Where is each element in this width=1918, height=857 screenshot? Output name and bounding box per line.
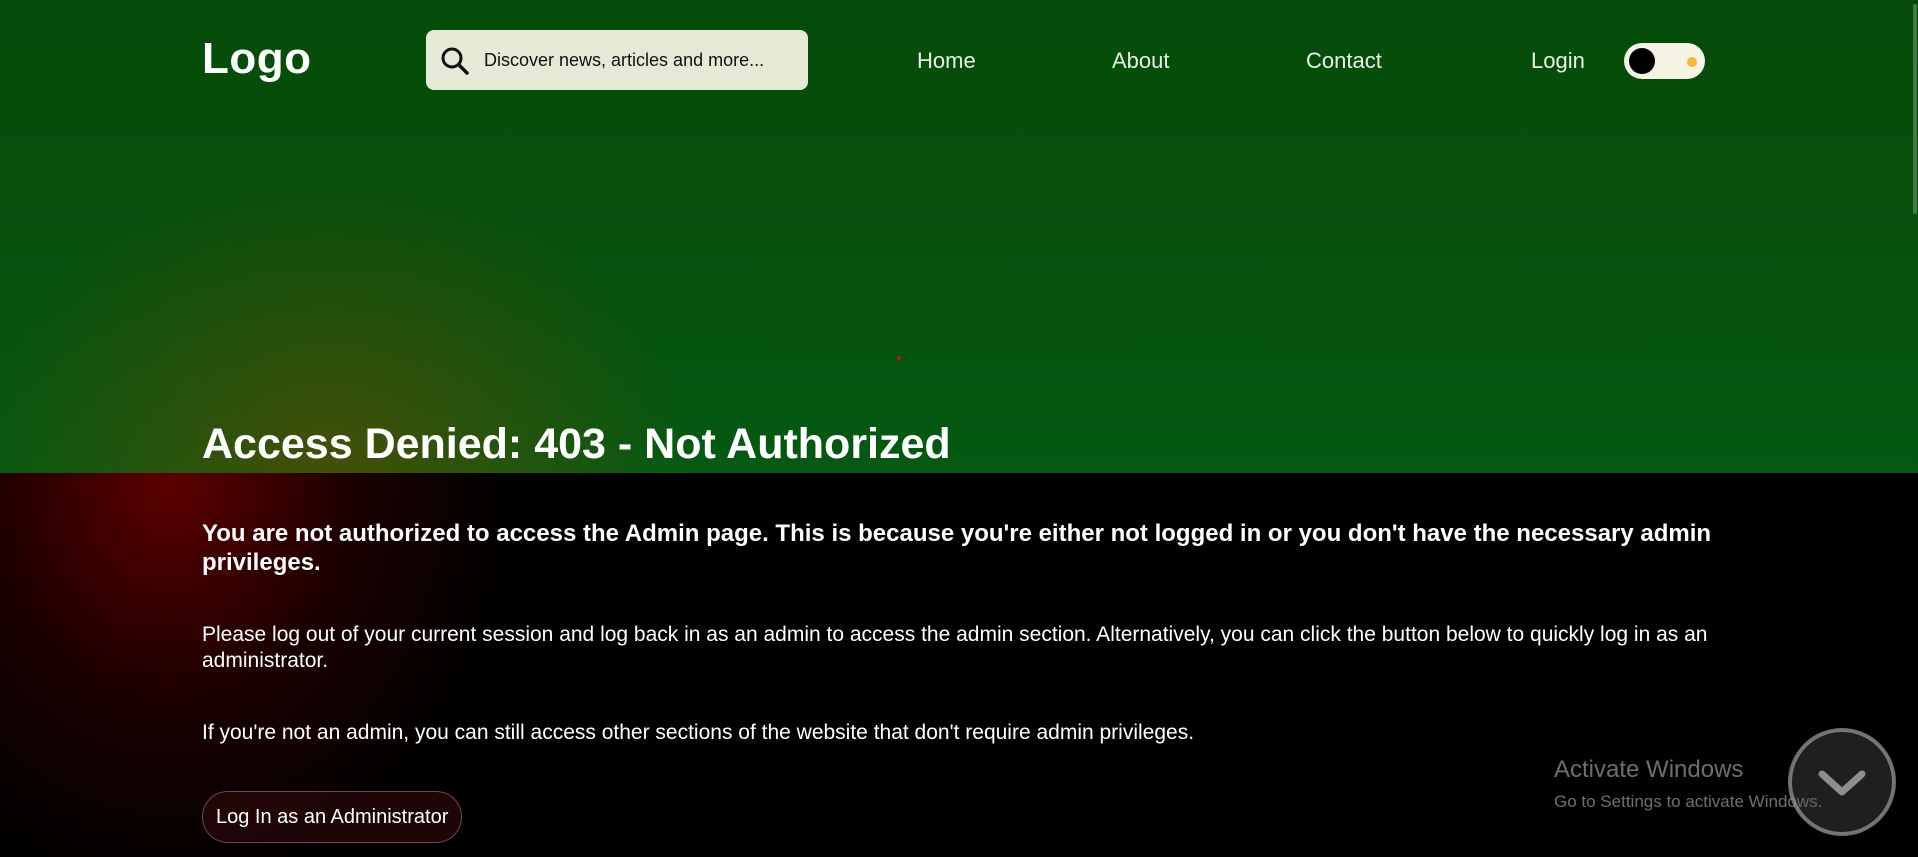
search-box[interactable] <box>426 30 808 90</box>
admin-login-button[interactable]: Log In as an Administrator <box>202 791 463 843</box>
logo[interactable]: Logo <box>202 34 312 84</box>
watermark-title: Activate Windows <box>1554 756 1744 783</box>
windows-activation-watermark: Activate Windows Go to Settings to activ… <box>1554 756 1822 812</box>
theme-toggle[interactable] <box>1624 43 1705 79</box>
toggle-knob <box>1629 48 1655 74</box>
scrollbar[interactable] <box>1912 0 1918 857</box>
watermark-subtitle: Go to Settings to activate Windows. <box>1554 792 1823 811</box>
search-input[interactable] <box>484 30 794 90</box>
chevron-down-icon[interactable] <box>1788 728 1918 857</box>
nav-contact[interactable]: Contact <box>1306 48 1382 74</box>
site-header: Logo Home About Contact Login <box>0 0 1918 120</box>
sun-indicator-icon <box>1687 57 1697 67</box>
page: Logo Home About Contact Login Access Den… <box>0 0 1918 857</box>
scrollbar-thumb[interactable] <box>1913 4 1917 214</box>
page-title: Access Denied: 403 - Not Authorized <box>202 420 951 468</box>
nav-about[interactable]: About <box>1112 48 1170 74</box>
alternative-text: If you're not an admin, you can still ac… <box>202 721 1195 744</box>
instructions-text: Please log out of your current session a… <box>202 623 1708 672</box>
decorative-dot <box>897 356 901 360</box>
error-description: You are not authorized to access the Adm… <box>202 520 1712 576</box>
nav-login[interactable]: Login <box>1531 48 1585 74</box>
nav-home[interactable]: Home <box>917 48 976 74</box>
search-icon[interactable] <box>440 46 470 76</box>
